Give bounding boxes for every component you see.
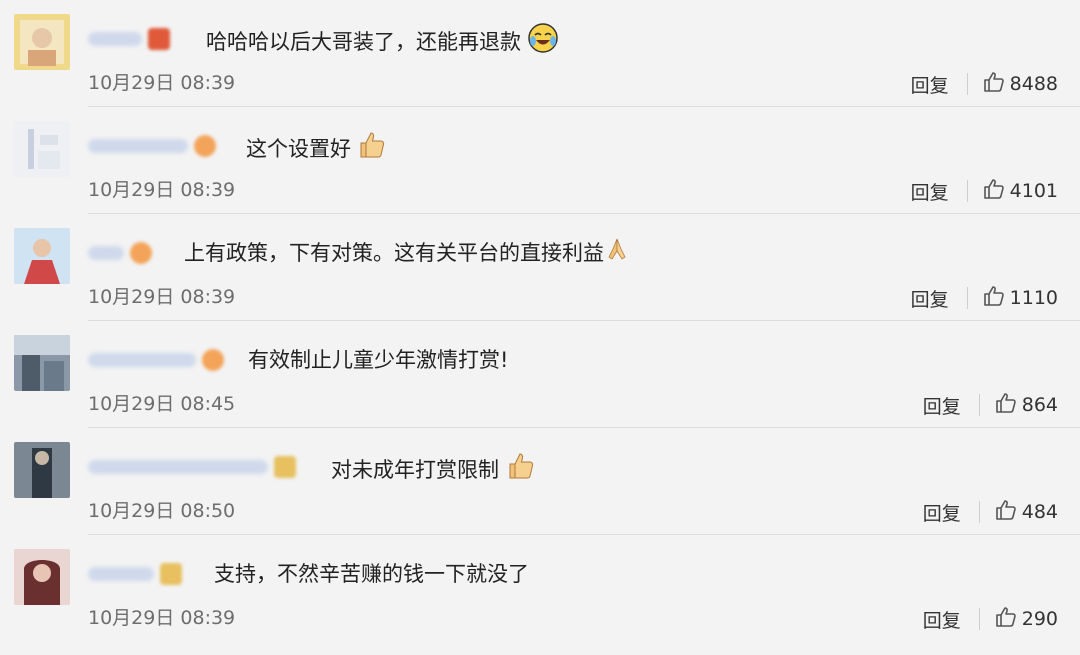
folded-hands-icon xyxy=(606,237,628,271)
laughing-crying-icon xyxy=(527,22,559,64)
comment-actions: 回复 4101 xyxy=(911,177,1058,205)
thumbs-up-outline-icon xyxy=(982,177,1006,205)
reply-button[interactable]: 回复 xyxy=(923,606,961,633)
action-divider xyxy=(966,287,968,309)
reply-button[interactable]: 回复 xyxy=(911,285,949,312)
comment-item: 支持，不然辛苦赚的钱一下就没了 10月29日 08:39 回复 290 xyxy=(0,535,1080,655)
comment-time: 10月29日 08:39 xyxy=(88,286,236,308)
comment-text: 支持，不然辛苦赚的钱一下就没了 xyxy=(214,562,529,586)
thumbs-up-icon xyxy=(505,450,537,492)
comment-actions: 回复 484 xyxy=(923,498,1058,526)
user-badge-icon xyxy=(194,135,216,157)
avatar[interactable] xyxy=(14,549,70,605)
username[interactable] xyxy=(88,135,216,157)
reply-button[interactable]: 回复 xyxy=(911,178,949,205)
comment-time: 10月29日 08:39 xyxy=(88,72,236,94)
reply-button[interactable]: 回复 xyxy=(923,499,961,526)
username[interactable] xyxy=(88,456,296,478)
thumbs-up-outline-icon xyxy=(994,605,1018,633)
user-badge-icon xyxy=(148,28,170,50)
like-button[interactable]: 290 xyxy=(994,605,1058,633)
like-button[interactable]: 8488 xyxy=(982,70,1058,98)
comment-time: 10月29日 08:39 xyxy=(88,179,236,201)
like-button[interactable]: 484 xyxy=(994,498,1058,526)
like-button[interactable]: 864 xyxy=(994,391,1058,419)
thumbs-up-outline-icon xyxy=(994,391,1018,419)
comment-text: 上有政策，下有对策。这有关平台的直接利益 xyxy=(184,236,628,271)
reply-button[interactable]: 回复 xyxy=(911,71,949,98)
username[interactable] xyxy=(88,349,224,371)
username[interactable] xyxy=(88,563,182,585)
comment-actions: 回复 864 xyxy=(923,391,1058,419)
comment-item: 上有政策，下有对策。这有关平台的直接利益 10月29日 08:39 回复 111… xyxy=(0,214,1080,321)
user-badge-icon xyxy=(202,349,224,371)
reply-button[interactable]: 回复 xyxy=(923,392,961,419)
comment-time: 10月29日 08:50 xyxy=(88,500,236,522)
comment-actions: 回复 8488 xyxy=(911,70,1058,98)
action-divider xyxy=(978,501,980,523)
comment-text: 对未成年打赏限制 xyxy=(331,450,537,492)
comment-item: 这个设置好 10月29日 08:39 回复 4101 xyxy=(0,107,1080,214)
like-count: 290 xyxy=(1021,608,1058,630)
like-count: 864 xyxy=(1021,394,1058,416)
comment-item: 对未成年打赏限制 10月29日 08:50 回复 484 xyxy=(0,428,1080,535)
avatar[interactable] xyxy=(14,442,70,498)
comment-item: 哈哈哈以后大哥装了，还能再退款 10月29日 08:39 回复 8488 xyxy=(0,0,1080,107)
avatar[interactable] xyxy=(14,14,70,70)
like-count: 4101 xyxy=(1009,180,1058,202)
thumbs-up-icon xyxy=(357,129,387,171)
comment-text: 这个设置好 xyxy=(246,129,387,171)
action-divider xyxy=(966,180,968,202)
thumbs-up-outline-icon xyxy=(982,70,1006,98)
like-count: 8488 xyxy=(1009,73,1058,95)
comment-actions: 回复 1110 xyxy=(911,284,1058,312)
action-divider xyxy=(978,608,980,630)
comment-time: 10月29日 08:39 xyxy=(88,607,236,629)
comment-text: 有效制止儿童少年激情打赏! xyxy=(248,348,509,372)
like-count: 484 xyxy=(1021,501,1058,523)
comment-actions: 回复 290 xyxy=(923,605,1058,633)
like-count: 1110 xyxy=(1009,287,1058,309)
comment-time: 10月29日 08:45 xyxy=(88,393,236,415)
thumbs-up-outline-icon xyxy=(994,498,1018,526)
avatar[interactable] xyxy=(14,228,70,284)
like-button[interactable]: 1110 xyxy=(982,284,1058,312)
comment-item: 有效制止儿童少年激情打赏! 10月29日 08:45 回复 864 xyxy=(0,321,1080,428)
avatar[interactable] xyxy=(14,121,70,177)
comment-list: 哈哈哈以后大哥装了，还能再退款 10月29日 08:39 回复 8488 这个设… xyxy=(0,0,1080,655)
action-divider xyxy=(966,73,968,95)
user-badge-icon xyxy=(130,242,152,264)
avatar[interactable] xyxy=(14,335,70,391)
user-badge-icon xyxy=(274,456,296,478)
username[interactable] xyxy=(88,242,152,264)
like-button[interactable]: 4101 xyxy=(982,177,1058,205)
comment-text: 哈哈哈以后大哥装了，还能再退款 xyxy=(206,22,559,64)
user-badge-icon xyxy=(160,563,182,585)
username[interactable] xyxy=(88,28,170,50)
thumbs-up-outline-icon xyxy=(982,284,1006,312)
action-divider xyxy=(978,394,980,416)
